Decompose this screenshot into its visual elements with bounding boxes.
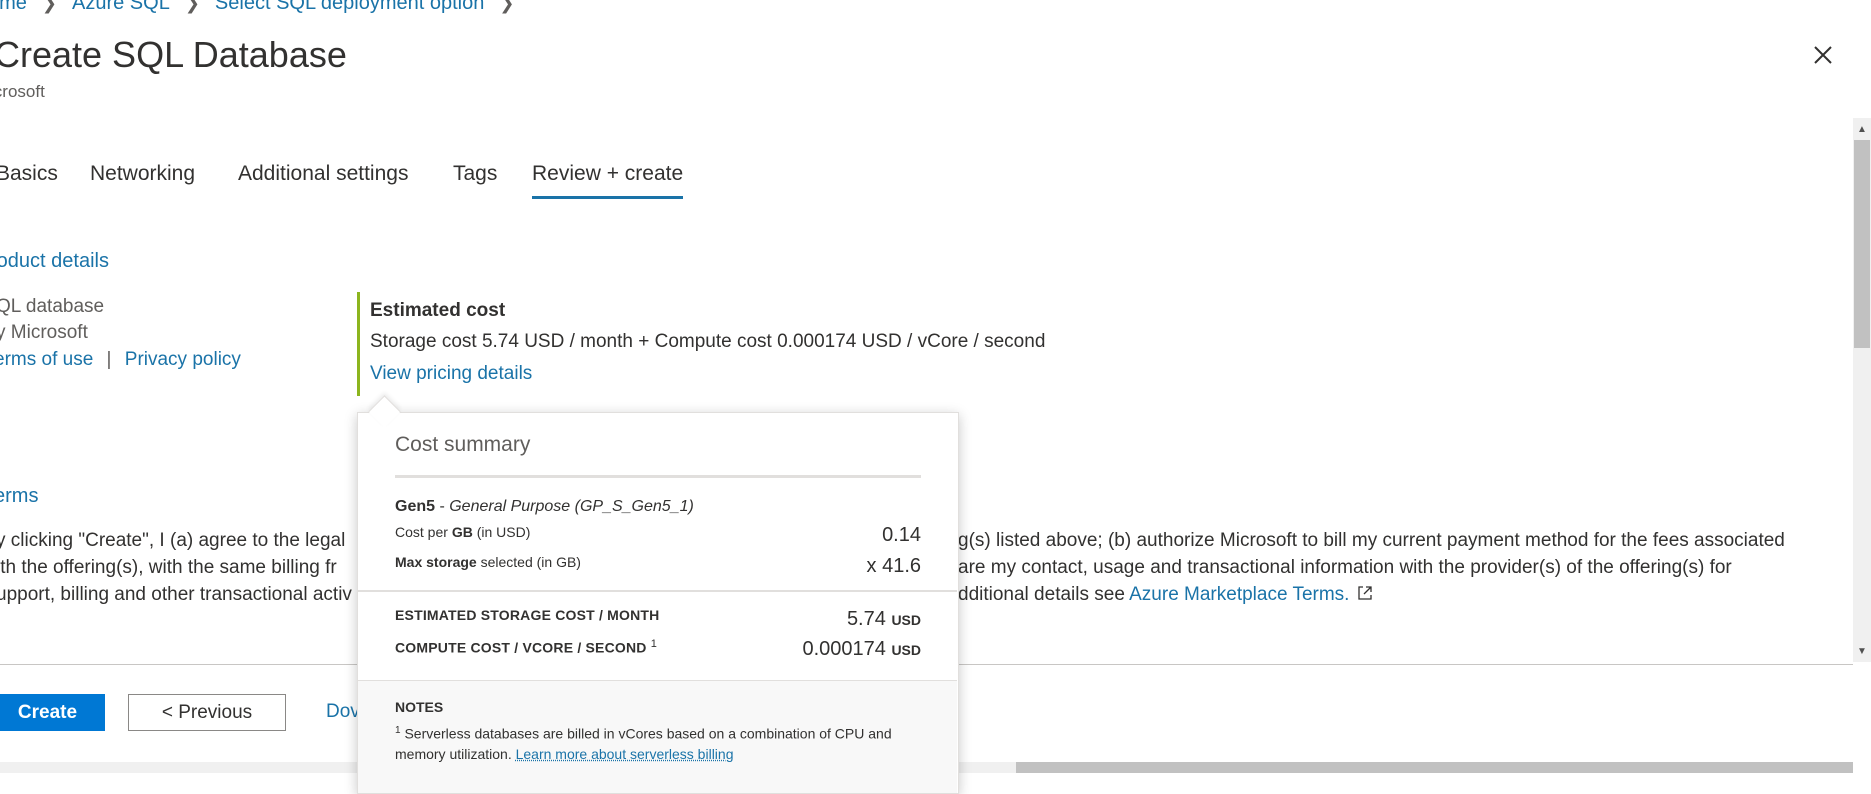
cost-per-prefix: Cost per xyxy=(395,524,452,540)
max-storage-label: Max storage selected (in GB) xyxy=(395,554,581,570)
external-link-icon xyxy=(1358,586,1372,600)
terms-line-3-text: dditional details see xyxy=(958,584,1125,605)
tab-review-create[interactable]: Review + create xyxy=(532,162,683,186)
publisher-name: icrosoft xyxy=(0,82,45,101)
horizontal-scrollbar-thumb[interactable] xyxy=(1016,762,1853,773)
tab-tags[interactable]: Tags xyxy=(453,162,497,186)
cost-summary-separator xyxy=(358,590,957,592)
privacy-policy-link[interactable]: Privacy policy xyxy=(125,349,241,370)
terms-line-3-right: dditional details see Azure Marketplace … xyxy=(958,584,1373,606)
terms-of-use-link[interactable]: erms of use xyxy=(0,349,93,370)
link-divider: | xyxy=(106,349,112,370)
breadcrumb-select-deployment[interactable]: Select SQL deployment option xyxy=(215,0,484,15)
previous-button[interactable]: < Previous xyxy=(128,694,286,731)
download-template-link[interactable]: Dov xyxy=(326,701,360,723)
terms-line-1-left: y clicking "Create", I (a) agree to the … xyxy=(0,530,346,551)
terms-line-2-left: ith the offering(s), with the same billi… xyxy=(0,557,337,578)
view-pricing-details-link[interactable]: View pricing details xyxy=(370,363,532,385)
chevron-right-icon: ❯ xyxy=(184,0,200,13)
terms-line-3-left: upport, billing and other transactional … xyxy=(0,584,352,605)
estimated-cost-line: Storage cost 5.74 USD / month + Compute … xyxy=(370,331,1046,352)
max-storage-bold: Max storage xyxy=(395,554,477,570)
tier-generation: Gen5 xyxy=(395,498,436,515)
compute-cost-value: 0.000174 USD xyxy=(760,638,921,661)
chevron-right-icon: ❯ xyxy=(499,0,515,13)
scroll-up-arrow-icon[interactable]: ▲ xyxy=(1853,120,1871,138)
compute-cost-footnote: 1 xyxy=(650,638,658,650)
cost-accent-bar xyxy=(357,292,360,396)
close-button[interactable] xyxy=(1808,40,1838,70)
vertical-scrollbar-thumb[interactable] xyxy=(1854,140,1870,348)
product-details-heading: roduct details xyxy=(0,250,109,272)
tab-basics[interactable]: Basics xyxy=(0,162,58,186)
max-storage-suffix: selected (in GB) xyxy=(476,554,581,570)
product-links: erms of use | Privacy policy xyxy=(0,349,241,371)
close-icon xyxy=(1814,46,1832,64)
pricing-tier: Gen5 - General Purpose (GP_S_Gen5_1) xyxy=(395,498,694,516)
breadcrumb-azure-sql[interactable]: Azure SQL xyxy=(72,0,170,15)
compute-cost-label: COMPUTE COST / VCORE / SECOND 1 xyxy=(395,638,657,656)
create-button[interactable]: Create xyxy=(0,694,105,731)
cost-per-unit: GB xyxy=(451,524,473,540)
tab-networking[interactable]: Networking xyxy=(90,162,195,186)
azure-marketplace-terms-link[interactable]: Azure Marketplace Terms. xyxy=(1129,584,1349,605)
tier-name: General Purpose (GP_S_Gen5_1) xyxy=(449,498,694,515)
storage-cost-month-value: 5.74 USD xyxy=(760,608,921,631)
storage-cost-amount: 5.74 xyxy=(846,608,886,630)
product-by: y Microsoft xyxy=(0,322,88,343)
terms-line-1-right: g(s) listed above; (b) authorize Microso… xyxy=(958,530,1785,551)
product-name: QL database xyxy=(0,296,105,317)
notes-heading: NOTES xyxy=(395,699,444,715)
compute-cost-currency: USD xyxy=(891,642,921,658)
compute-cost-amount: 0.000174 xyxy=(802,638,886,660)
scroll-down-arrow-icon[interactable]: ▼ xyxy=(1853,642,1871,660)
page-title: Create SQL Database xyxy=(0,34,347,75)
estimated-cost-title: Estimated cost xyxy=(370,300,506,321)
tab-additional-settings[interactable]: Additional settings xyxy=(238,162,408,186)
chevron-right-icon: ❯ xyxy=(41,0,57,13)
tab-active-indicator xyxy=(532,196,683,199)
storage-cost-currency: USD xyxy=(891,612,921,628)
notes-body: 1 Serverless databases are billed in vCo… xyxy=(395,721,925,764)
cost-summary-title: Cost summary xyxy=(395,433,531,456)
terms-line-2-right: are my contact, usage and transactional … xyxy=(958,557,1732,578)
max-storage-value: x 41.6 xyxy=(866,555,921,577)
tier-dash: - xyxy=(435,498,450,515)
storage-cost-month-label: ESTIMATED STORAGE COST / MONTH xyxy=(395,607,660,623)
cost-per-suffix: (in USD) xyxy=(472,524,531,540)
terms-heading: erms xyxy=(0,485,39,507)
serverless-billing-link[interactable]: Learn more about serverless billing xyxy=(516,746,734,762)
compute-cost-label-text: COMPUTE COST / VCORE / SECOND xyxy=(395,639,647,656)
cost-per-gb-label: Cost per GB (in USD) xyxy=(395,524,530,540)
breadcrumb: ome ❯ Azure SQL ❯ Select SQL deployment … xyxy=(0,0,529,15)
breadcrumb-home[interactable]: ome xyxy=(0,0,27,15)
cost-per-gb-value: 0.14 xyxy=(882,524,921,546)
cost-summary-rule xyxy=(395,475,921,478)
